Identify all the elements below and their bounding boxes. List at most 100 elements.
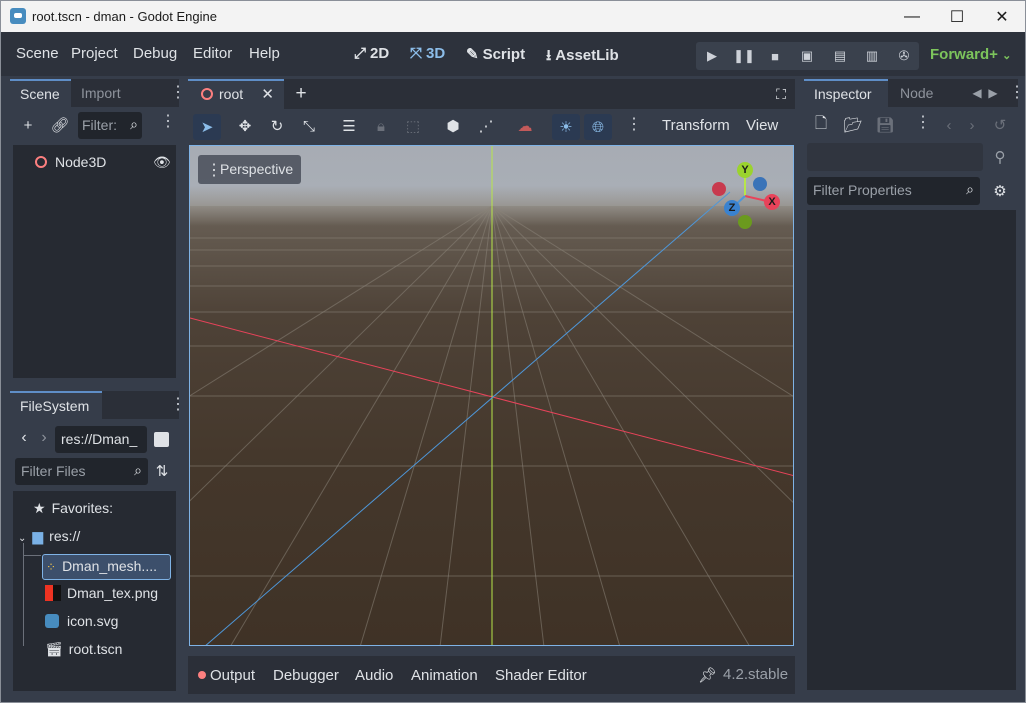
environment-preview-icon[interactable]: 🌐︎ bbox=[584, 114, 612, 140]
tab-audio[interactable]: Audio bbox=[355, 667, 393, 684]
file-item-icon-svg[interactable]: icon.svg bbox=[45, 613, 118, 629]
gizmo-neg-x-handle[interactable] bbox=[712, 182, 726, 196]
lock-icon[interactable]: 🔒︎ bbox=[369, 114, 393, 138]
tab-inspector[interactable]: Inspector bbox=[804, 79, 888, 107]
preview-menu-icon[interactable] bbox=[626, 122, 630, 128]
tab-output[interactable]: Output bbox=[198, 667, 255, 684]
movie-maker-icon[interactable]: ✇ bbox=[890, 42, 918, 70]
dock-move-right-icon[interactable]: ▶ bbox=[986, 81, 1000, 105]
move-mode-icon[interactable]: ✥ bbox=[233, 114, 257, 138]
gizmo-y-handle[interactable]: Y bbox=[737, 162, 753, 178]
camera-preview-icon[interactable]: ☁ bbox=[513, 114, 537, 138]
scene-dock-menu-icon[interactable] bbox=[170, 90, 174, 96]
save-icon[interactable]: 💾︎ bbox=[873, 113, 897, 137]
group-icon[interactable]: ⬚ bbox=[401, 114, 425, 138]
perspective-menu-button[interactable]: Perspective bbox=[198, 155, 302, 184]
sun-preview-icon[interactable]: ☀ bbox=[552, 114, 580, 140]
file-item-dman-mesh[interactable]: ⁘ Dman_mesh.... bbox=[42, 554, 171, 580]
path-field[interactable]: res://Dman_ bbox=[55, 426, 147, 453]
visibility-eye-icon[interactable]: 👁︎ bbox=[153, 154, 171, 171]
tab-import[interactable]: Import bbox=[71, 79, 146, 107]
scene-filter-input[interactable]: Filter: ⌕ bbox=[78, 112, 142, 139]
file-item-root-tscn[interactable]: 🎬︎ root.tscn bbox=[45, 641, 122, 658]
filter-properties-input[interactable]: Filter Properties ⌕ bbox=[807, 177, 980, 205]
add-node-icon[interactable]: + bbox=[16, 113, 40, 137]
res-label: res:// bbox=[49, 528, 81, 544]
close-window-button[interactable]: ✕ bbox=[979, 1, 1025, 32]
dock-move-left-icon[interactable]: ◀ bbox=[970, 81, 984, 105]
open-folder-icon[interactable]: 📂︎ bbox=[841, 113, 865, 137]
menu-editor[interactable]: Editor bbox=[193, 45, 232, 62]
menu-project[interactable]: Project bbox=[71, 45, 118, 62]
tab-scene[interactable]: Scene bbox=[10, 79, 71, 107]
list-select-icon[interactable]: ☰ bbox=[337, 114, 361, 138]
tab-filesystem[interactable]: FileSystem bbox=[10, 391, 102, 419]
property-settings-icon[interactable]: ⚙ bbox=[988, 179, 1012, 203]
3d-viewport[interactable]: Perspective Y X Z bbox=[189, 145, 794, 646]
tree-item-node3d[interactable]: Node3D bbox=[35, 154, 106, 170]
orientation-gizmo[interactable]: Y X Z bbox=[705, 160, 785, 240]
object-tree-icon[interactable]: ⚲ bbox=[988, 145, 1012, 169]
tab-debugger[interactable]: Debugger bbox=[273, 667, 339, 684]
object-selector[interactable] bbox=[807, 143, 983, 171]
play-scene-icon[interactable]: ▤ bbox=[826, 42, 854, 70]
history-forward-icon[interactable]: › bbox=[960, 113, 984, 137]
gizmo-neg-z-handle[interactable] bbox=[753, 177, 767, 191]
workspace-2d-button[interactable]: ⤢ 2D bbox=[354, 45, 389, 62]
tab-shader-editor[interactable]: Shader Editor bbox=[495, 667, 587, 684]
transform-menu[interactable]: Transform bbox=[662, 117, 730, 134]
close-icon[interactable]: ✕ bbox=[261, 85, 274, 103]
scene-tabs-bar: root ✕ + ⛶ bbox=[188, 79, 795, 109]
tree-favorites[interactable]: ★ Favorites: bbox=[33, 500, 113, 517]
workspace-assetlib-button[interactable]: ⭳ AssetLib bbox=[546, 45, 619, 70]
minimize-button[interactable]: — bbox=[889, 1, 935, 32]
scene-file-icon: 🎬︎ bbox=[45, 641, 63, 657]
pause-icon[interactable]: ❚❚ bbox=[730, 42, 758, 70]
split-view-icon[interactable] bbox=[154, 432, 169, 447]
rotate-mode-icon[interactable]: ↻ bbox=[265, 114, 289, 138]
tab-animation[interactable]: Animation bbox=[411, 667, 478, 684]
resource-menu-icon[interactable] bbox=[915, 120, 919, 126]
menu-help[interactable]: Help bbox=[249, 45, 280, 62]
local-space-icon[interactable]: ⬢ bbox=[441, 114, 465, 138]
version-label[interactable]: 4.2.stable bbox=[723, 666, 788, 683]
history-back-icon[interactable]: ‹ bbox=[937, 113, 961, 137]
maximize-button[interactable]: ☐ bbox=[934, 1, 980, 32]
gizmo-neg-y-handle[interactable] bbox=[738, 215, 752, 229]
scene-tree-menu-icon[interactable] bbox=[160, 119, 164, 125]
select-mode-icon[interactable]: ➤ bbox=[193, 114, 221, 140]
assetlib-icon: ⭳ bbox=[546, 47, 552, 64]
gizmo-z-handle[interactable]: Z bbox=[724, 200, 740, 216]
workspace-script-button[interactable]: ✎ Script bbox=[466, 45, 525, 63]
filter-files-input[interactable]: Filter Files ⌕ bbox=[15, 458, 148, 485]
stop-icon[interactable]: ■ bbox=[761, 42, 789, 70]
forward-icon[interactable]: › bbox=[32, 426, 56, 450]
inspector-menu-icon[interactable] bbox=[1009, 90, 1013, 96]
file-item-dman-tex[interactable]: Dman_tex.png bbox=[45, 585, 158, 601]
tab-root-scene[interactable]: root ✕ bbox=[188, 79, 284, 109]
remote-debug-icon[interactable]: ▣ bbox=[793, 42, 821, 70]
pin-icon[interactable]: 📌︎ bbox=[698, 666, 717, 684]
new-resource-icon[interactable]: 🗋︎ bbox=[809, 113, 833, 137]
play-custom-scene-icon[interactable]: ▥ bbox=[858, 42, 886, 70]
snap-icon[interactable]: ⋰ bbox=[474, 114, 498, 138]
filesystem-menu-icon[interactable] bbox=[170, 402, 174, 408]
script-icon: ✎ bbox=[466, 46, 479, 63]
history-icon[interactable]: ↺ bbox=[988, 113, 1012, 137]
renderer-selector[interactable]: Forward+ ⌄ bbox=[930, 46, 1011, 63]
scale-mode-icon[interactable]: ⤡ bbox=[297, 114, 321, 138]
menu-debug[interactable]: Debug bbox=[133, 45, 177, 62]
workspace-3d-button[interactable]: ⤧ 3D bbox=[410, 45, 445, 62]
view-menu[interactable]: View bbox=[746, 117, 778, 134]
play-icon[interactable]: ▶ bbox=[698, 42, 726, 70]
title-bar: root.tscn - dman - Godot Engine — ☐ ✕ bbox=[1, 1, 1025, 32]
sort-icon[interactable]: ⇅ bbox=[150, 459, 174, 483]
link-icon[interactable]: 🔗︎ bbox=[48, 113, 72, 137]
add-scene-tab-icon[interactable]: + bbox=[289, 82, 313, 106]
gizmo-x-handle[interactable]: X bbox=[764, 194, 780, 210]
tree-res-folder[interactable]: ⌄ ▆ res:// bbox=[18, 528, 80, 545]
distraction-free-icon[interactable]: ⛶ bbox=[769, 82, 793, 106]
scene-tree: Node3D 👁︎ bbox=[13, 145, 176, 378]
tab-node[interactable]: Node bbox=[890, 79, 946, 107]
menu-scene[interactable]: Scene bbox=[16, 45, 59, 62]
